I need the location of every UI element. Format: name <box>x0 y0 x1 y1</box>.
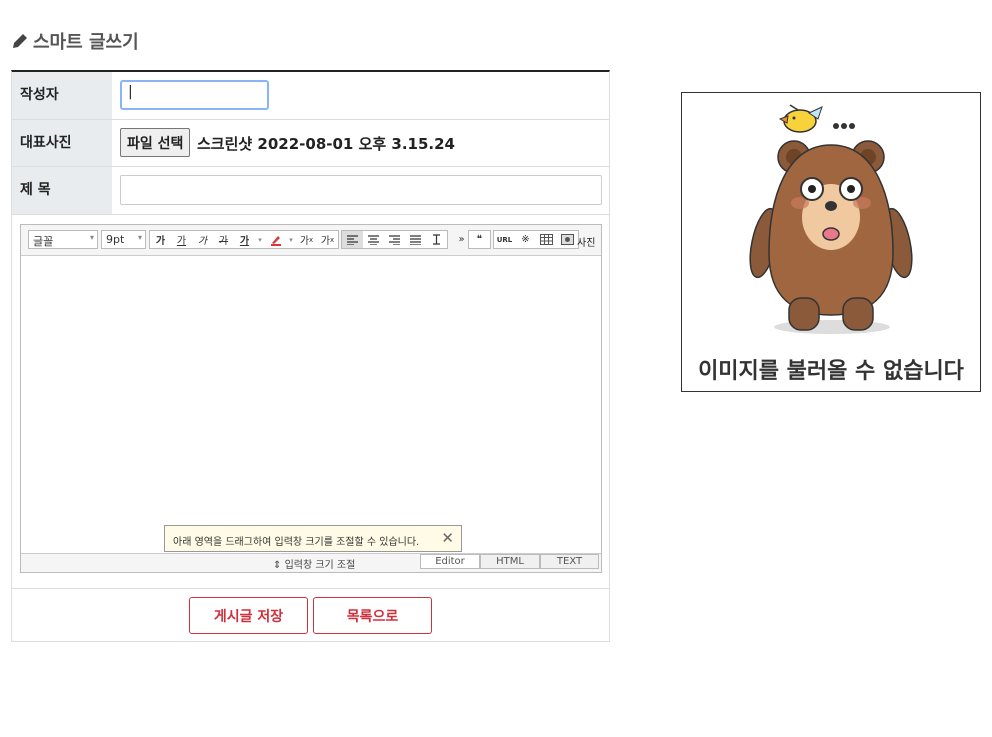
author-input[interactable]: | <box>120 80 269 110</box>
page-title: 스마트 글쓰기 <box>33 32 139 53</box>
italic-button[interactable]: 가 <box>192 231 213 248</box>
special-char-icon[interactable]: ※ <box>515 231 536 248</box>
photo-label: 대표사진 <box>12 120 112 166</box>
text-style-group: 가 가 가 가 가 ▾ ▾ 가x 가x <box>149 230 339 249</box>
close-icon[interactable]: ✕ <box>441 529 454 547</box>
bold-button[interactable]: 가 <box>150 231 171 248</box>
align-group <box>341 230 448 249</box>
save-post-button[interactable]: 게시글 저장 <box>189 597 308 634</box>
line-height-icon[interactable] <box>426 231 447 248</box>
write-form: 작성자 | 대표사진 파일 선택 스크린샷 2022-08-01 오후 3.15… <box>11 70 610 642</box>
font-color-dropdown[interactable]: ▾ <box>255 231 265 248</box>
font-size-select[interactable]: 9pt ▾ <box>101 230 146 249</box>
insert-group: URL ※ <box>493 230 579 249</box>
editor-content-area[interactable] <box>21 256 601 554</box>
smart-editor: 글꼴 ▾ 9pt ▾ 가 가 가 가 가 ▾ ▾ 가x 가x » ❝ URL ※… <box>20 224 602 573</box>
highlight-dropdown[interactable]: ▾ <box>286 231 296 248</box>
resize-tooltip: 아래 영역을 드래그하여 입력창 크기를 조절할 수 있습니다. ✕ <box>164 525 462 552</box>
align-justify-icon[interactable] <box>405 231 426 248</box>
align-left-icon[interactable] <box>342 231 363 248</box>
highlighter-icon <box>270 235 281 246</box>
font-color-button[interactable]: 가 <box>234 231 255 248</box>
image-placeholder: 이미지를 불러올 수 없습니다 <box>681 92 981 392</box>
selected-file-name: 스크린샷 2022-08-01 오후 3.15.24 <box>197 135 455 153</box>
photo-insert-label[interactable]: 사진 <box>577 234 595 249</box>
url-icon[interactable]: URL <box>494 231 515 248</box>
tab-editor-mode[interactable]: Editor <box>420 554 480 569</box>
editor-toolbar: 글꼴 ▾ 9pt ▾ 가 가 가 가 가 ▾ ▾ 가x 가x » ❝ URL ※… <box>21 225 601 256</box>
strikethrough-button[interactable]: 가 <box>213 231 234 248</box>
font-select[interactable]: 글꼴 ▾ <box>28 230 98 249</box>
author-label: 작성자 <box>12 72 112 119</box>
superscript-button[interactable]: 가x <box>296 231 317 248</box>
subject-row: 제 목 <box>12 167 609 215</box>
highlight-button[interactable] <box>265 231 286 248</box>
subject-label: 제 목 <box>12 167 112 214</box>
subscript-button[interactable]: 가x <box>317 231 338 248</box>
page-heading: 스마트 글쓰기 <box>11 30 139 53</box>
photo-row: 대표사진 파일 선택 스크린샷 2022-08-01 오후 3.15.24 <box>12 120 609 167</box>
file-select-button[interactable]: 파일 선택 <box>120 128 191 157</box>
resize-handle[interactable]: ⇕ 입력창 크기 조절 <box>273 556 355 571</box>
bear-illustration <box>749 104 913 334</box>
no-image-caption: 이미지를 불러올 수 없습니다 <box>698 359 964 384</box>
align-right-icon[interactable] <box>384 231 405 248</box>
photo-insert-icon[interactable] <box>557 231 578 248</box>
bird-icon <box>778 104 855 133</box>
pencil-icon <box>13 34 27 48</box>
author-row: 작성자 | <box>12 72 609 120</box>
list-button[interactable]: 목록으로 <box>313 597 432 634</box>
quote-group: ❝ <box>468 230 491 249</box>
align-center-icon[interactable] <box>363 231 384 248</box>
editor-statusbar: ⇕ 입력창 크기 조절 Editor HTML TEXT <box>21 553 601 572</box>
tab-html-mode[interactable]: HTML <box>480 554 540 569</box>
subject-input[interactable] <box>120 175 602 205</box>
quote-icon[interactable]: ❝ <box>469 231 490 248</box>
table-icon[interactable] <box>536 231 557 248</box>
underline-button[interactable]: 가 <box>171 231 192 248</box>
tab-text-mode[interactable]: TEXT <box>540 554 599 569</box>
